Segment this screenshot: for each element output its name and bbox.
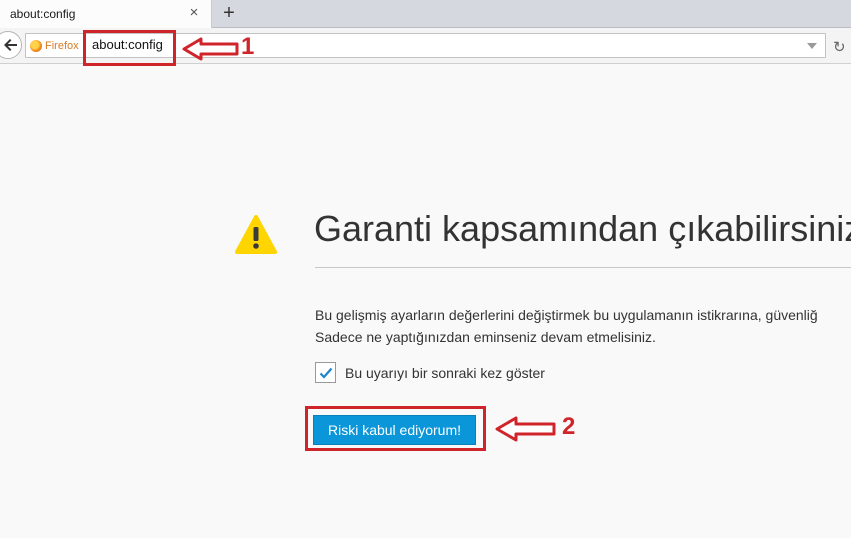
- tab-strip: about:config × +: [0, 0, 851, 28]
- show-warning-label: Bu uyarıyı bir sonraki kez göster: [345, 364, 545, 381]
- show-warning-checkbox[interactable]: [315, 362, 336, 383]
- identity-box[interactable]: Firefox: [30, 38, 79, 54]
- firefox-logo-icon: [30, 40, 42, 52]
- page-title: Garanti kapsamından çıkabilirsiniz!: [314, 208, 851, 249]
- close-icon[interactable]: ×: [187, 5, 201, 20]
- annotation-arrow-1-icon: [182, 37, 239, 61]
- back-button[interactable]: [0, 31, 22, 59]
- tab-about-config[interactable]: about:config ×: [0, 0, 212, 28]
- annotation-number-1: 1: [241, 33, 255, 60]
- checkmark-icon: [319, 367, 332, 379]
- annotation-box-url: [83, 30, 176, 66]
- warning-icon: [235, 215, 277, 254]
- tab-title: about:config: [10, 7, 76, 21]
- description-line-1: Bu gelişmiş ayarların değerlerini değişt…: [315, 307, 818, 323]
- annotation-number-2: 2: [562, 413, 576, 440]
- title-divider: [315, 267, 851, 268]
- dropdown-arrow-icon[interactable]: [807, 43, 817, 49]
- description-line-2: Sadece ne yaptığınızdan eminseniz devam …: [315, 329, 656, 345]
- accept-risk-button[interactable]: Riski kabul ediyorum!: [313, 415, 476, 445]
- warning-description: Bu gelişmiş ayarların değerlerini değişt…: [315, 304, 818, 348]
- show-warning-row[interactable]: Bu uyarıyı bir sonraki kez göster: [315, 362, 545, 383]
- arrow-left-icon: [4, 39, 17, 51]
- reload-icon[interactable]: ↻: [833, 38, 846, 56]
- identity-label: Firefox: [45, 40, 79, 52]
- new-tab-button[interactable]: +: [219, 3, 239, 23]
- annotation-arrow-2-icon: [495, 416, 556, 442]
